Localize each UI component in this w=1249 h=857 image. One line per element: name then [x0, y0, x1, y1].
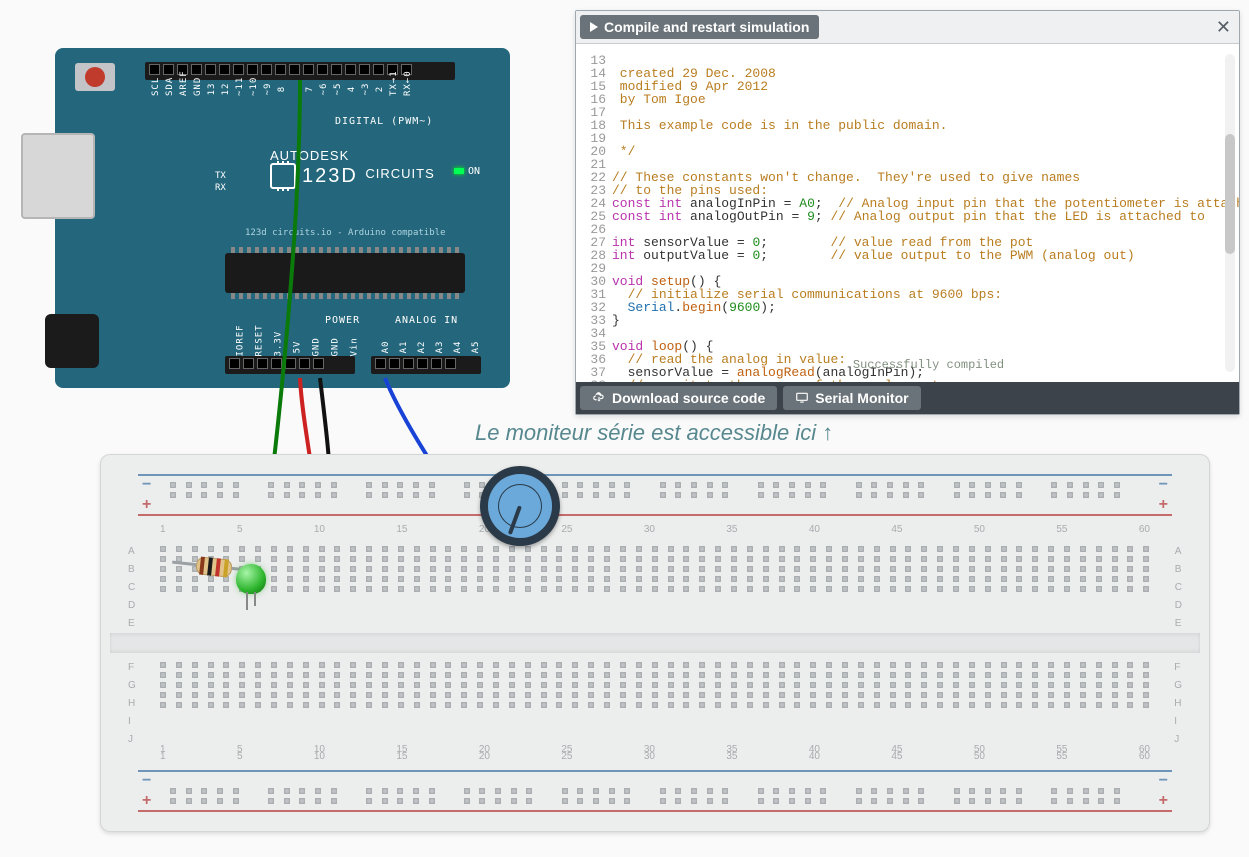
resistor-band-3 — [215, 558, 221, 576]
plus-sign-bl: + — [142, 792, 151, 810]
download-button-label: Download source code — [612, 390, 765, 406]
minus-sign: − — [142, 476, 151, 494]
product-name: 123D — [302, 165, 358, 187]
plus-sign: + — [142, 496, 151, 514]
logo: AUTODESK 123D CIRCUITS — [270, 148, 435, 189]
minus-sign-bl: − — [142, 772, 151, 790]
editor-scrollbar[interactable] — [1225, 54, 1235, 372]
led-bulb — [236, 564, 266, 594]
close-icon[interactable]: ✕ — [1212, 18, 1235, 36]
led[interactable] — [236, 564, 266, 604]
compile-button[interactable]: Compile and restart simulation — [580, 15, 819, 39]
breadboard-center-gap — [110, 633, 1200, 653]
download-icon — [592, 391, 606, 405]
col-numbers-top: 151015202530354045505560 — [160, 524, 1150, 535]
rx-label: RX — [215, 182, 226, 194]
analog-header[interactable] — [371, 356, 481, 374]
arduino-board[interactable]: TX RX ON AUTODESK 123D CIRCUITS 123d cir… — [55, 48, 510, 388]
barrel-jack — [45, 314, 99, 368]
pot-indicator-icon — [508, 505, 522, 535]
resistor-band-4 — [223, 559, 229, 577]
on-led-label: ON — [454, 166, 480, 177]
chip-icon — [270, 163, 296, 189]
compile-button-label: Compile and restart simulation — [604, 19, 809, 35]
code-panel: Compile and restart simulation ✕ 1314151… — [575, 10, 1240, 415]
digital-section-label: DIGITAL (PWM~) — [335, 116, 433, 127]
reset-button[interactable] — [75, 63, 115, 91]
product-suffix: CIRCUITS — [365, 166, 434, 181]
plus-sign-br: + — [1159, 792, 1168, 810]
code-editor[interactable]: 1314151617181920212223242526272829303132… — [576, 44, 1239, 382]
scrollbar-thumb[interactable] — [1225, 134, 1235, 254]
serial-button-label: Serial Monitor — [815, 390, 908, 406]
minus-sign-r: − — [1159, 476, 1168, 494]
row-letters-tr: ABCDE — [1175, 546, 1182, 632]
tx-label: TX — [215, 170, 226, 182]
row-letters-bl: FGHIJ — [128, 662, 136, 748]
tie-points-top[interactable] — [160, 546, 1150, 592]
brand-label: AUTODESK — [270, 148, 435, 163]
led-legs — [244, 592, 258, 612]
code-panel-footer: Download source code Serial Monitor — [576, 382, 1239, 414]
potentiometer[interactable] — [480, 466, 560, 546]
monitor-icon — [795, 391, 809, 405]
resistor-band-2 — [207, 557, 213, 575]
analog-section-label: ANALOG IN — [395, 315, 458, 326]
usb-port — [21, 133, 95, 219]
download-source-button[interactable]: Download source code — [580, 386, 777, 410]
power-header[interactable] — [225, 356, 355, 374]
compile-status: Successfully compiled — [636, 359, 1221, 372]
analog-pin-labels: A0A1A2A3A4A5 — [377, 342, 485, 352]
row-letters-tl: ABCDE — [128, 546, 135, 632]
power-pin-labels: IOREFRESET3.3V5VGNDGNDVin — [231, 342, 364, 352]
serial-monitor-button[interactable]: Serial Monitor — [783, 386, 920, 410]
digital-pin-labels: SCLSDAAREFGND1312~11~10~987~6~54~32TX→1R… — [149, 84, 415, 94]
bot-rail-blue — [138, 770, 1172, 772]
plus-sign-r: + — [1159, 496, 1168, 514]
row-letters-br: FGHIJ — [1174, 662, 1182, 748]
breadboard[interactable]: − + − + − + − + 151015202530354045505560… — [100, 454, 1210, 832]
bot-rail-holes[interactable] — [170, 788, 1140, 804]
resistor-body — [195, 556, 233, 578]
workspace: Compile and restart simulation ✕ 1314151… — [0, 0, 1249, 857]
code-panel-header: Compile and restart simulation ✕ — [576, 11, 1239, 44]
top-rail-red — [138, 514, 1172, 516]
serial-hint-annotation: Le moniteur série est accessible ici ↑ — [475, 420, 833, 446]
resistor-band-1 — [199, 557, 205, 575]
top-rail-blue — [138, 474, 1172, 476]
col-numbers-mid: 151015202530354045505560 — [160, 744, 1150, 755]
bot-rail-red — [138, 810, 1172, 812]
product-label: 123D CIRCUITS — [302, 165, 435, 188]
microcontroller-chip — [225, 253, 465, 293]
line-number-gutter: 1314151617181920212223242526272829303132… — [576, 54, 606, 382]
top-rail-holes[interactable] — [170, 482, 1140, 498]
tie-points-bot[interactable] — [160, 662, 1150, 708]
tx-rx-labels: TX RX — [215, 170, 226, 194]
play-icon — [590, 22, 598, 32]
code-content: created 29 Dec. 2008 modified 9 Apr 2012… — [612, 54, 1221, 382]
compat-label: 123d circuits.io - Arduino compatible — [245, 228, 445, 238]
power-section-label: POWER — [325, 315, 360, 326]
minus-sign-br: − — [1159, 772, 1168, 790]
